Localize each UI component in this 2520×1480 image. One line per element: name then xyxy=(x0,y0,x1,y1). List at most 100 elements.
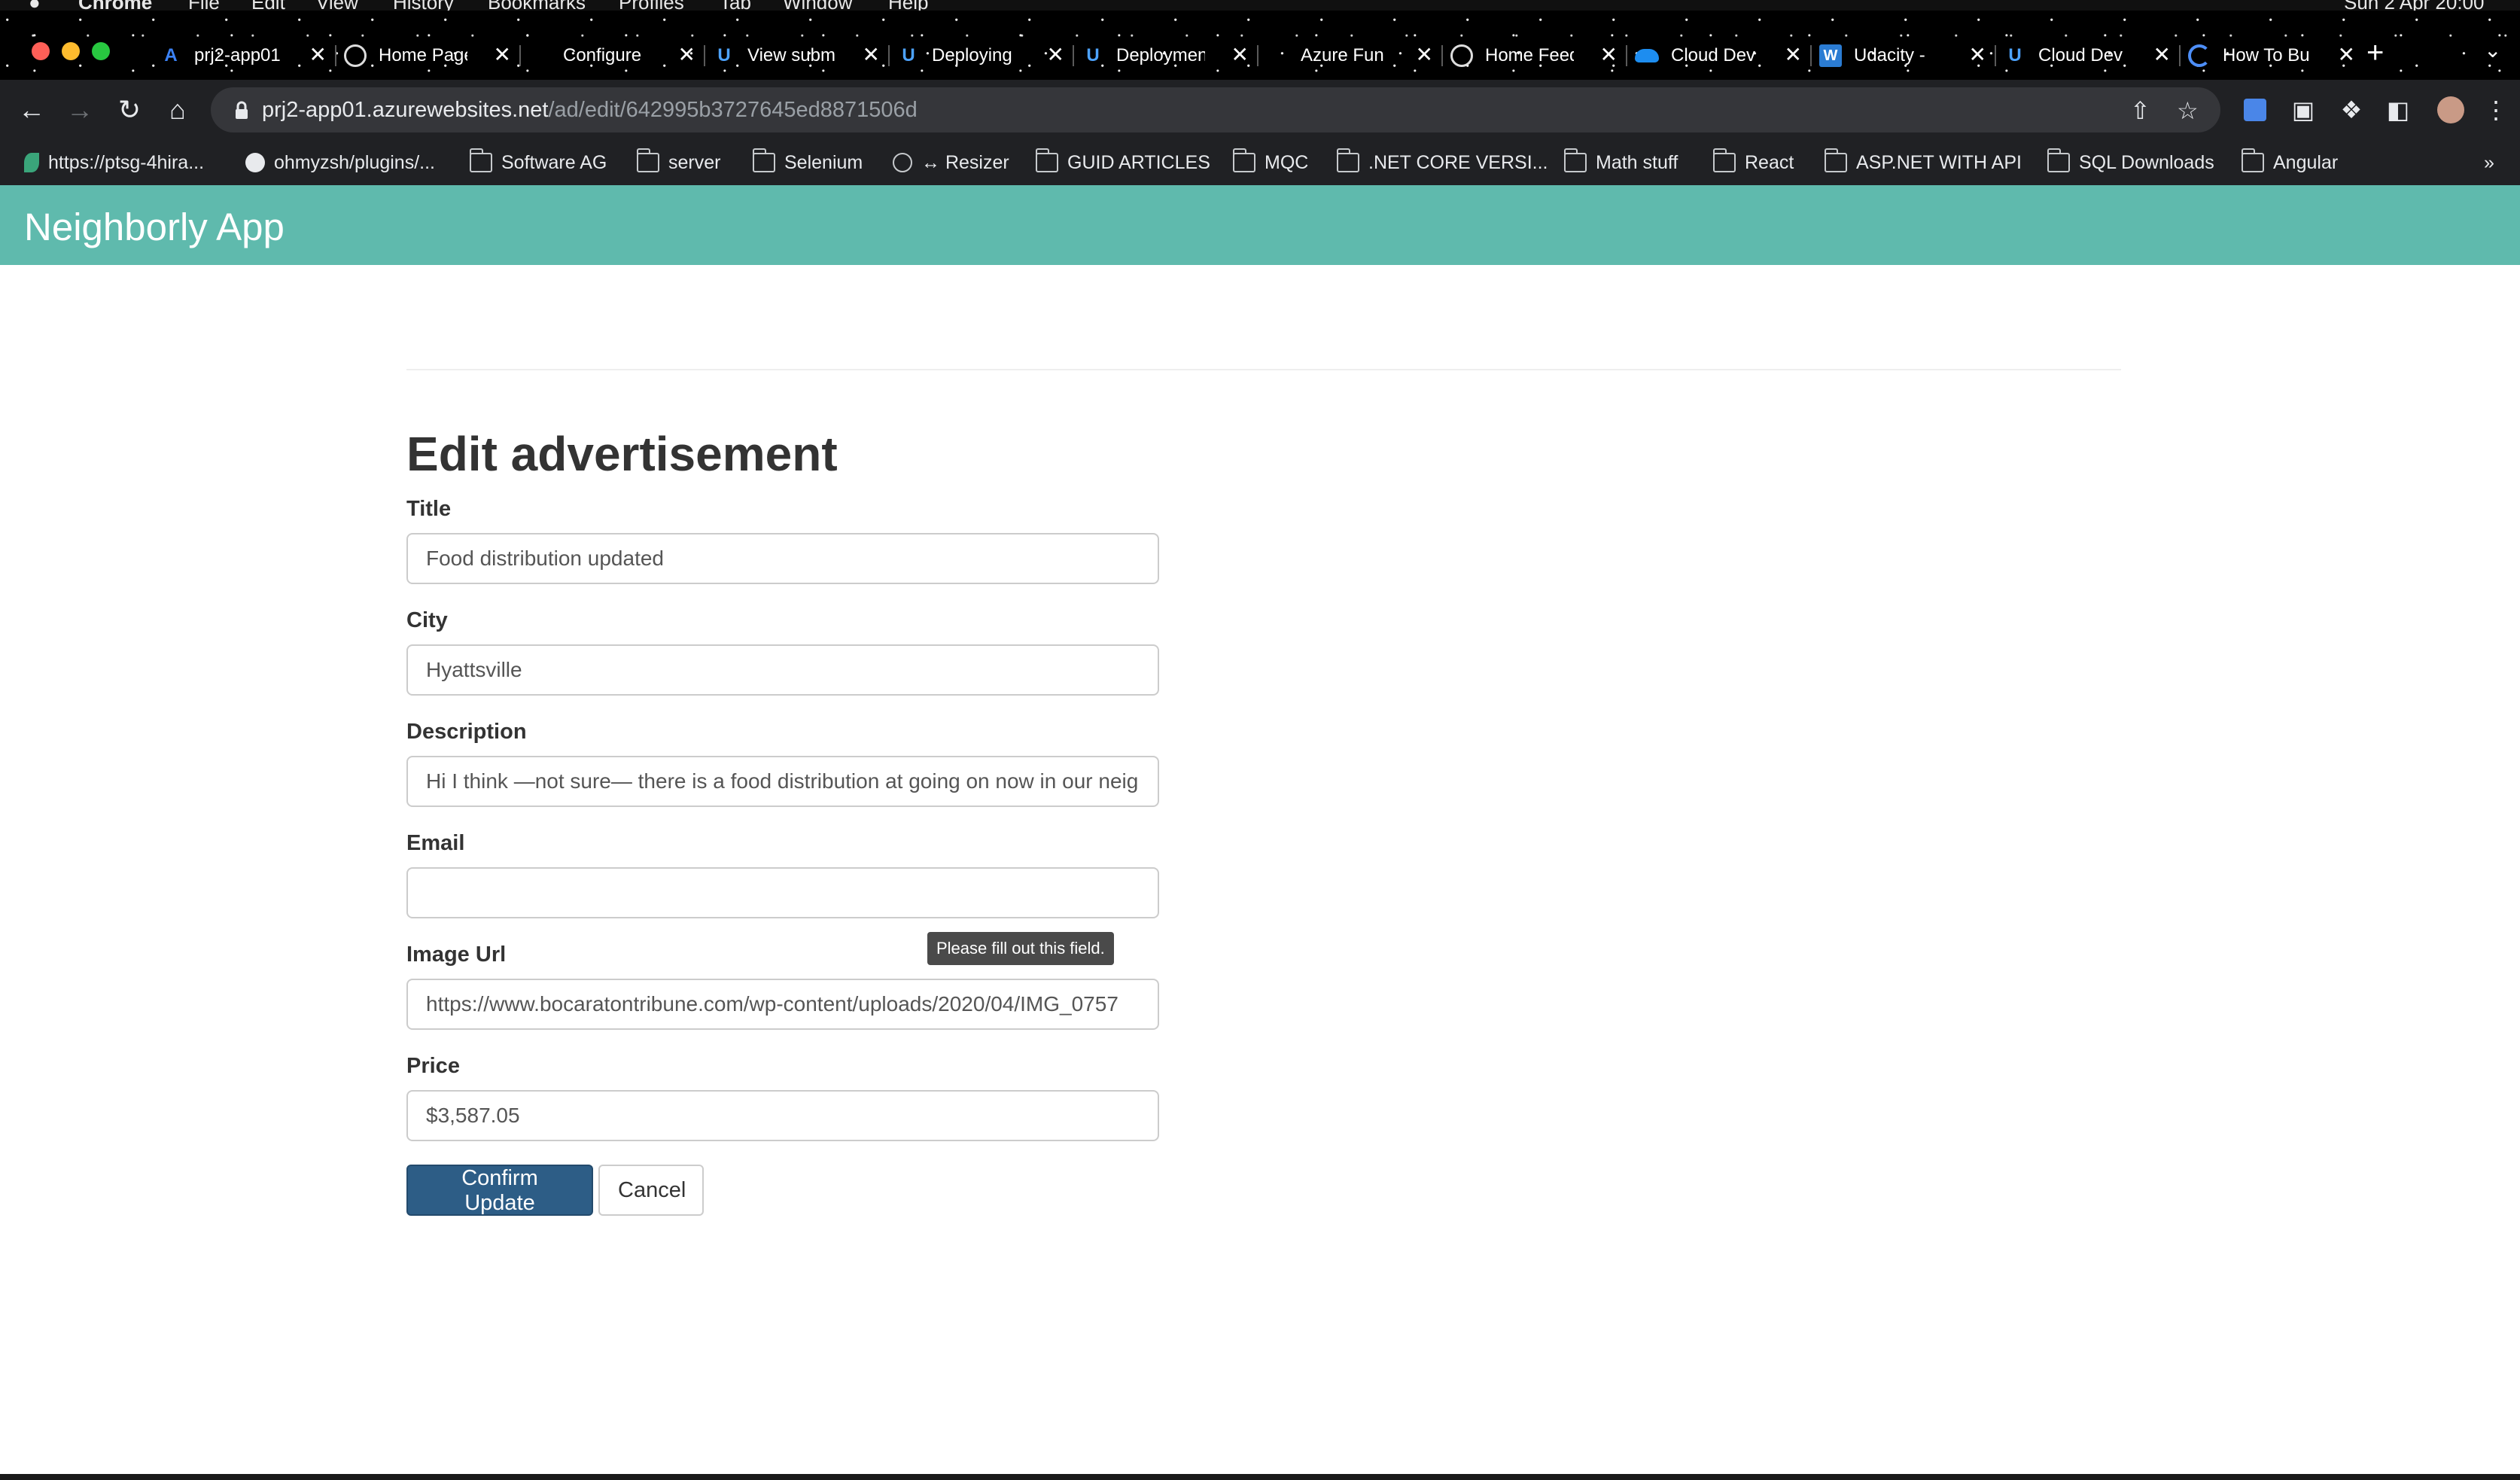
close-icon[interactable]: ✕ xyxy=(678,44,695,66)
apple-icon[interactable]: ● xyxy=(29,0,41,11)
udacity-icon: U xyxy=(1086,45,1100,65)
tab-view-submission[interactable]: U View subm ✕ xyxy=(704,33,884,78)
share-icon[interactable]: ⇧ xyxy=(2130,96,2150,125)
home-icon[interactable]: ⌂ xyxy=(161,93,194,126)
tab-how-to-build[interactable]: How To Bu ✕ xyxy=(2179,33,2360,78)
tab-separator xyxy=(704,45,705,66)
bookmark-item[interactable]: Selenium xyxy=(752,146,863,179)
tab-label: Deploying xyxy=(932,45,1012,65)
bookmark-item[interactable]: ↔ Resizer xyxy=(893,146,1009,179)
reload-icon[interactable]: ↻ xyxy=(113,93,146,126)
back-arrow-icon[interactable]: ← xyxy=(15,93,48,126)
bookmark-item[interactable]: SQL Downloads xyxy=(2047,146,2214,179)
close-icon[interactable]: ✕ xyxy=(1231,44,1249,66)
city-input[interactable] xyxy=(406,644,1159,696)
bookmark-item[interactable]: ASP.NET WITH API xyxy=(1824,146,2022,179)
title-input[interactable] xyxy=(406,533,1159,584)
menu-edit[interactable]: Edit xyxy=(251,0,285,11)
menu-help[interactable]: Help xyxy=(888,0,928,11)
star-icon[interactable]: ☆ xyxy=(2177,96,2199,125)
translate-icon[interactable] xyxy=(2240,95,2270,125)
tab-separator xyxy=(2179,45,2181,66)
close-icon[interactable]: ✕ xyxy=(1969,44,1986,66)
bookmark-item[interactable]: Software AG xyxy=(469,146,607,179)
zoom-window-button[interactable] xyxy=(92,42,110,60)
onedrive-icon xyxy=(1635,49,1659,62)
bookmark-item[interactable]: React xyxy=(1712,146,1794,179)
new-tab-button[interactable]: + xyxy=(2366,38,2384,68)
divider xyxy=(406,369,2121,370)
bookmark-label: Selenium xyxy=(784,151,863,173)
leaf-icon xyxy=(24,153,39,172)
tab-home-page[interactable]: Home Page ✕ xyxy=(335,33,516,78)
window-bottom-edge xyxy=(0,1474,2520,1480)
side-panel-icon[interactable]: ◧ xyxy=(2383,95,2413,125)
app-brand[interactable]: Neighborly App xyxy=(24,205,285,249)
tab-cloud-dev-udacity[interactable]: U Cloud Dev ✕ xyxy=(1995,33,2175,78)
close-icon[interactable]: ✕ xyxy=(309,44,327,66)
cancel-button[interactable]: Cancel xyxy=(598,1165,704,1216)
menu-tab[interactable]: Tab xyxy=(720,0,751,11)
folder-icon xyxy=(1232,148,1255,172)
menu-history[interactable]: History xyxy=(393,0,454,11)
description-input[interactable] xyxy=(406,756,1159,807)
close-icon[interactable]: ✕ xyxy=(494,44,511,66)
folder-icon xyxy=(1712,148,1736,172)
close-icon[interactable]: ✕ xyxy=(2153,44,2171,66)
bookmark-item[interactable]: GUID ARTICLES xyxy=(1035,146,1210,179)
word-icon: W xyxy=(1819,44,1842,67)
close-icon[interactable]: ✕ xyxy=(1600,44,1618,66)
close-icon[interactable]: ✕ xyxy=(1416,44,1433,66)
menu-bookmarks[interactable]: Bookmarks xyxy=(488,0,586,11)
tab-home-feed[interactable]: Home Feed ✕ xyxy=(1441,33,1622,78)
tab-configure[interactable]: Configure ✕ xyxy=(519,33,700,78)
bookmark-label: .NET CORE VERSI... xyxy=(1368,151,1548,173)
bookmark-label: ASP.NET WITH API xyxy=(1856,151,2022,173)
camera-icon[interactable]: ▣ xyxy=(2288,95,2318,125)
tab-separator xyxy=(1073,45,1074,66)
bookmark-item[interactable]: https://ptsg-4hira... xyxy=(24,146,204,179)
more-bookmarks-chevron-icon[interactable]: » xyxy=(2484,146,2494,179)
tab-cloud-dev-onedrive[interactable]: Cloud Dev ✕ xyxy=(1626,33,1806,78)
tab-label: Azure Fun xyxy=(1301,45,1384,65)
lock-icon[interactable] xyxy=(229,98,254,123)
confirm-update-button[interactable]: Confirm Update xyxy=(406,1165,593,1216)
tab-deployment[interactable]: U Deployment ✕ xyxy=(1073,33,1253,78)
bookmark-item[interactable]: Angular xyxy=(2241,146,2338,179)
bookmark-item[interactable]: server xyxy=(636,146,720,179)
browser-toolbar: ← → ↻ ⌂ prj2-app01.azurewebsites.net/ad/… xyxy=(0,80,2520,140)
close-icon[interactable]: ✕ xyxy=(863,44,880,66)
price-input[interactable] xyxy=(406,1090,1159,1141)
extensions-puzzle-icon[interactable]: ❖ xyxy=(2336,95,2366,125)
menu-window[interactable]: Window xyxy=(783,0,852,11)
folder-icon xyxy=(1563,148,1587,172)
menu-app-name[interactable]: Chrome xyxy=(78,0,152,11)
email-input[interactable] xyxy=(406,867,1159,918)
profile-avatar[interactable] xyxy=(2436,95,2466,125)
menu-view[interactable]: View xyxy=(316,0,358,11)
bookmark-item[interactable]: MQC xyxy=(1232,146,1308,179)
tab-search-chevron-icon[interactable]: ⌄ xyxy=(2484,38,2501,62)
tab-prj2-app01[interactable]: A prj2-app01 ✕ xyxy=(151,33,331,78)
image-url-input[interactable] xyxy=(406,979,1159,1030)
tab-deploying[interactable]: U Deploying ✕ xyxy=(888,33,1069,78)
minimize-window-button[interactable] xyxy=(62,42,80,60)
close-icon[interactable]: ✕ xyxy=(2338,44,2355,66)
bookmark-item[interactable]: ohmyzsh/plugins/... xyxy=(245,146,435,179)
url-text[interactable]: prj2-app01.azurewebsites.net/ad/edit/642… xyxy=(262,98,918,123)
bookmark-item[interactable]: Math stuff xyxy=(1563,146,1678,179)
close-icon[interactable]: ✕ xyxy=(1785,44,1802,66)
close-icon[interactable]: ✕ xyxy=(1047,44,1064,66)
tab-udacity-word[interactable]: W Udacity - ✕ xyxy=(1810,33,1991,78)
menu-file[interactable]: File xyxy=(188,0,220,11)
forward-arrow-icon[interactable]: → xyxy=(63,93,96,126)
address-bar[interactable]: prj2-app01.azurewebsites.net/ad/edit/642… xyxy=(211,87,2220,132)
tab-label: Configure xyxy=(563,45,642,65)
more-menu-icon[interactable]: ⋮ xyxy=(2481,95,2511,125)
tab-azure-functions[interactable]: Azure Fun ✕ xyxy=(1257,33,1438,78)
tab-label: Cloud Dev xyxy=(2038,45,2123,65)
close-window-button[interactable] xyxy=(32,42,50,60)
bookmark-item[interactable]: .NET CORE VERSI... xyxy=(1336,146,1548,179)
globe-icon xyxy=(1450,44,1473,67)
menu-profiles[interactable]: Profiles xyxy=(619,0,684,11)
